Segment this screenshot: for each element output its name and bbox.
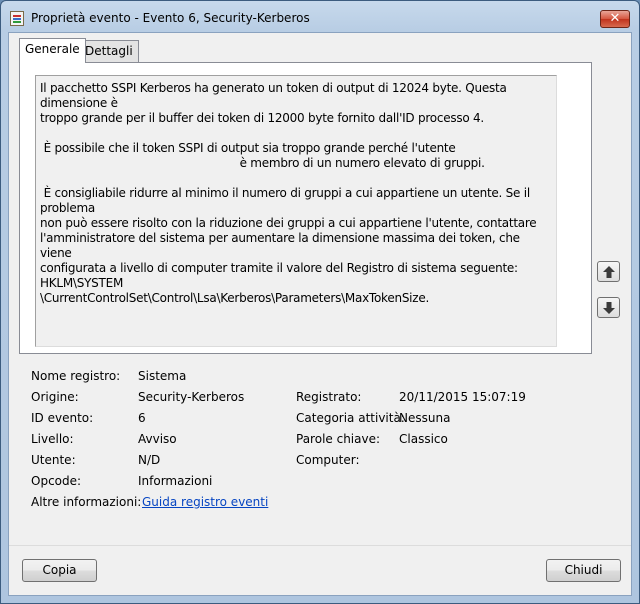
- task-category-label: Categoria attività:: [296, 411, 405, 425]
- event-description[interactable]: Il pacchetto SSPI Kerberos ha generato u…: [35, 75, 557, 347]
- event-log-help-link[interactable]: Guida registro eventi: [142, 495, 268, 509]
- task-category-value: Nessuna: [399, 411, 451, 425]
- opcode-value: Informazioni: [138, 474, 213, 488]
- source-value: Security-Kerberos: [138, 390, 245, 404]
- arrow-down-icon: [603, 302, 615, 314]
- next-event-button[interactable]: [597, 297, 620, 318]
- user-label: Utente:: [31, 453, 76, 467]
- source-label: Origine:: [31, 390, 79, 404]
- event-viewer-icon: [10, 11, 24, 26]
- arrow-up-icon: [603, 266, 615, 278]
- computer-label: Computer:: [296, 453, 360, 467]
- event-id-value: 6: [138, 411, 146, 425]
- keywords-value: Classico: [399, 432, 448, 446]
- general-tab-panel: Il pacchetto SSPI Kerberos ha generato u…: [19, 62, 592, 354]
- level-value: Avviso: [138, 432, 177, 446]
- copy-button[interactable]: Copia: [22, 559, 97, 582]
- title-bar[interactable]: Proprietà evento - Evento 6, Security-Ke…: [1, 1, 639, 35]
- dialog-client: Generale Dettagli Il pacchetto SSPI Kerb…: [8, 32, 632, 596]
- user-value: N/D: [138, 453, 161, 467]
- logged-label: Registrato:: [296, 390, 362, 404]
- divider: [9, 545, 631, 546]
- event-properties-window: Proprietà evento - Evento 6, Security-Ke…: [0, 0, 640, 604]
- close-window-button[interactable]: ✕: [600, 10, 630, 28]
- log-name-label: Nome registro:: [31, 369, 121, 383]
- close-button[interactable]: Chiudi: [546, 559, 621, 582]
- log-name-value: Sistema: [138, 369, 187, 383]
- opcode-label: Opcode:: [31, 474, 82, 488]
- logged-value: 20/11/2015 15:07:19: [399, 390, 526, 404]
- event-id-label: ID evento:: [31, 411, 94, 425]
- window-title: Proprietà evento - Evento 6, Security-Ke…: [31, 11, 310, 25]
- level-label: Livello:: [31, 432, 74, 446]
- keywords-label: Parole chiave:: [296, 432, 381, 446]
- more-info-label: Altre informazioni:: [31, 495, 142, 509]
- tab-dettagli[interactable]: Dettagli: [79, 40, 139, 62]
- tab-generale[interactable]: Generale: [19, 38, 86, 63]
- previous-event-button[interactable]: [597, 261, 620, 282]
- close-icon: ✕: [609, 11, 621, 26]
